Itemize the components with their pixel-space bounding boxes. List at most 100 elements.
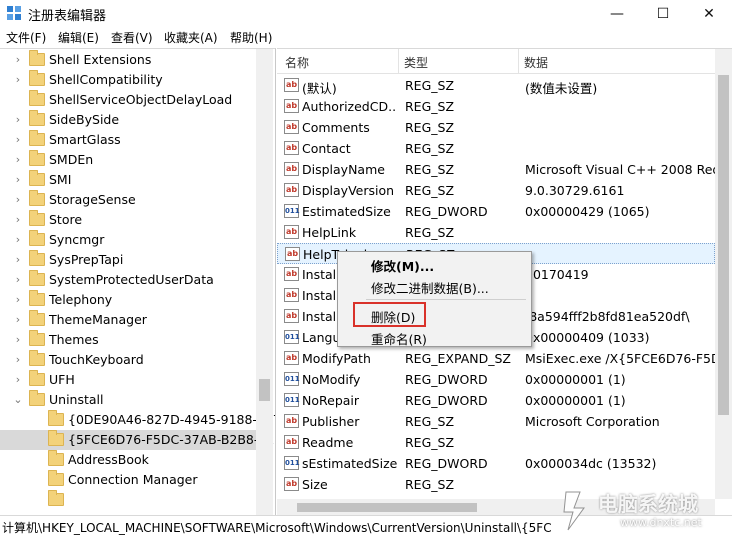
registry-value-row[interactable]: 011 NoRepair REG_DWORD 0x00000001 (1) <box>277 390 715 411</box>
registry-value-row[interactable]: ab (默认) REG_SZ (数值未设置) <box>277 75 715 96</box>
maximize-button[interactable]: ☐ <box>640 0 686 27</box>
tree-node[interactable] <box>0 490 256 510</box>
tree-node-label: TouchKeyboard <box>49 352 144 367</box>
tree-node[interactable]: AddressBook <box>0 450 256 470</box>
tree-scrollbar[interactable] <box>256 49 273 515</box>
registry-tree[interactable]: › Shell Extensions › ShellCompatibility Shel… <box>0 48 276 515</box>
chevron-right-icon[interactable]: › <box>12 351 24 369</box>
value-name: Readme <box>302 435 354 450</box>
registry-value-row[interactable]: ab Publisher REG_SZ Microsoft Corporation <box>277 411 715 432</box>
menu-favorites[interactable]: 收藏夹(A) <box>164 29 218 46</box>
registry-value-row[interactable]: 011 sEstimatedSize2 REG_DWORD 0x000034dc (1… <box>277 453 715 474</box>
context-separator <box>366 299 526 300</box>
menu-edit[interactable]: 编辑(E) <box>58 29 99 46</box>
context-item-modify-binary[interactable]: 修改二进制数据(B)... <box>338 275 531 297</box>
chevron-right-icon[interactable]: › <box>12 171 24 189</box>
close-button[interactable]: ✕ <box>686 0 732 27</box>
value-name: NoModify <box>302 372 361 387</box>
registry-value-row[interactable]: ab Contact REG_SZ <box>277 138 715 159</box>
chevron-right-icon[interactable]: › <box>12 291 24 309</box>
chevron-right-icon[interactable]: › <box>12 151 24 169</box>
context-item-modify[interactable]: 修改(M)... <box>338 253 531 275</box>
chevron-right-icon[interactable]: › <box>12 371 24 389</box>
value-type: REG_SZ <box>405 477 455 492</box>
registry-value-row[interactable]: ab AuthorizedCD... REG_SZ <box>277 96 715 117</box>
folder-icon <box>29 170 45 186</box>
tree-node[interactable]: › Shell Extensions <box>0 50 256 70</box>
menu-help[interactable]: 帮助(H) <box>230 29 272 46</box>
tree-node[interactable]: › Syncmgr <box>0 230 256 250</box>
list-vertical-scroll-thumb[interactable] <box>718 75 729 415</box>
chevron-right-icon[interactable]: › <box>12 231 24 249</box>
value-type: REG_SZ <box>405 141 455 156</box>
context-item-rename[interactable]: 重命名(R) <box>338 326 531 348</box>
registry-value-row[interactable]: ab HelpLink REG_SZ <box>277 222 715 243</box>
tree-node[interactable]: ShellServiceObjectDelayLoad <box>0 90 256 110</box>
string-value-icon: ab <box>284 141 299 155</box>
tree-node[interactable]: ⌄ Uninstall <box>0 390 256 410</box>
tree-node[interactable]: › SysPrepTapi <box>0 250 256 270</box>
column-type[interactable]: 类型 <box>404 54 428 71</box>
chevron-right-icon[interactable]: › <box>12 251 24 269</box>
folder-icon <box>29 370 45 386</box>
tree-node[interactable]: › SystemProtectedUserData <box>0 270 256 290</box>
registry-value-row[interactable]: 011 EstimatedSize REG_DWORD 0x00000429 (106… <box>277 201 715 222</box>
registry-value-row[interactable]: 011 NoModify REG_DWORD 0x00000001 (1) <box>277 369 715 390</box>
column-separator[interactable] <box>518 49 519 74</box>
chevron-right-icon[interactable]: › <box>12 211 24 229</box>
tree-node[interactable]: › Telephony <box>0 290 256 310</box>
tree-node-label: Shell Extensions <box>49 52 152 67</box>
menu-view[interactable]: 查看(V) <box>111 29 153 46</box>
value-name: NoRepair <box>302 393 360 408</box>
chevron-down-icon[interactable]: ⌄ <box>12 391 24 409</box>
tree-node[interactable]: {5FCE6D76-F5DC-37AB-B2B8-22 <box>0 430 274 450</box>
title-bar: 注册表编辑器 — ☐ ✕ <box>0 0 732 27</box>
tree-node[interactable]: › SideBySide <box>0 110 256 130</box>
folder-icon <box>29 330 45 346</box>
chevron-right-icon[interactable]: › <box>12 331 24 349</box>
tree-node[interactable]: Connection Manager <box>0 470 256 490</box>
tree-node[interactable]: › StorageSense <box>0 190 256 210</box>
binary-value-icon: 011 <box>284 204 300 218</box>
tree-node[interactable]: {0DE90A46-827D-4945-9188-877 <box>0 410 275 430</box>
tree-node[interactable]: › SMDEn <box>0 150 256 170</box>
chevron-right-icon[interactable]: › <box>12 271 24 289</box>
registry-value-row[interactable]: ab DisplayName REG_SZ Microsoft Visual C++ … <box>277 159 715 180</box>
delete-highlight-box <box>353 302 426 327</box>
tree-node-label: StorageSense <box>49 192 136 207</box>
tree-node[interactable]: › SMI <box>0 170 256 190</box>
registry-value-row[interactable]: ab Readme REG_SZ <box>277 432 715 453</box>
list-vertical-scrollbar[interactable] <box>715 49 732 499</box>
value-name: sEstimatedSize2 <box>302 456 397 471</box>
chevron-right-icon[interactable]: › <box>12 71 24 89</box>
tree-node[interactable]: › ThemeManager <box>0 310 256 330</box>
string-value-icon: ab <box>284 120 299 134</box>
chevron-right-icon[interactable]: › <box>12 131 24 149</box>
folder-icon <box>29 290 45 306</box>
column-separator[interactable] <box>398 49 399 74</box>
menu-bar: 文件(F) 编辑(E) 查看(V) 收藏夹(A) 帮助(H) <box>0 27 732 48</box>
registry-value-row[interactable]: ab Comments REG_SZ <box>277 117 715 138</box>
menu-file[interactable]: 文件(F) <box>6 29 46 46</box>
tree-node[interactable]: › Store <box>0 210 256 230</box>
chevron-right-icon[interactable]: › <box>12 191 24 209</box>
tree-node[interactable]: › TouchKeyboard <box>0 350 256 370</box>
tree-node[interactable]: › ShellCompatibility <box>0 70 256 90</box>
tree-node[interactable]: › Themes <box>0 330 256 350</box>
binary-value-icon: 011 <box>284 393 300 407</box>
tree-scroll-thumb[interactable] <box>259 379 270 401</box>
minimize-button[interactable]: — <box>594 0 640 27</box>
tree-node[interactable]: › SmartGlass <box>0 130 256 150</box>
value-data: 0x00000001 (1) <box>525 393 626 408</box>
chevron-right-icon[interactable]: › <box>12 51 24 69</box>
context-menu: 修改(M)... 修改二进制数据(B)... 删除(D) 重命名(R) <box>337 251 532 347</box>
chevron-right-icon[interactable]: › <box>12 311 24 329</box>
column-name[interactable]: 名称 <box>285 54 309 71</box>
value-data: \8a594fff2b8fd81ea520df\ <box>525 309 690 324</box>
tree-node[interactable]: › UFH <box>0 370 256 390</box>
column-data[interactable]: 数据 <box>524 54 548 71</box>
registry-value-row[interactable]: ab DisplayVersion REG_SZ 9.0.30729.6161 <box>277 180 715 201</box>
chevron-right-icon[interactable]: › <box>12 111 24 129</box>
registry-value-row[interactable]: ab ModifyPath REG_EXPAND_SZ MsiExec.exe /X{… <box>277 348 715 369</box>
list-horizontal-scroll-thumb[interactable] <box>297 503 477 512</box>
